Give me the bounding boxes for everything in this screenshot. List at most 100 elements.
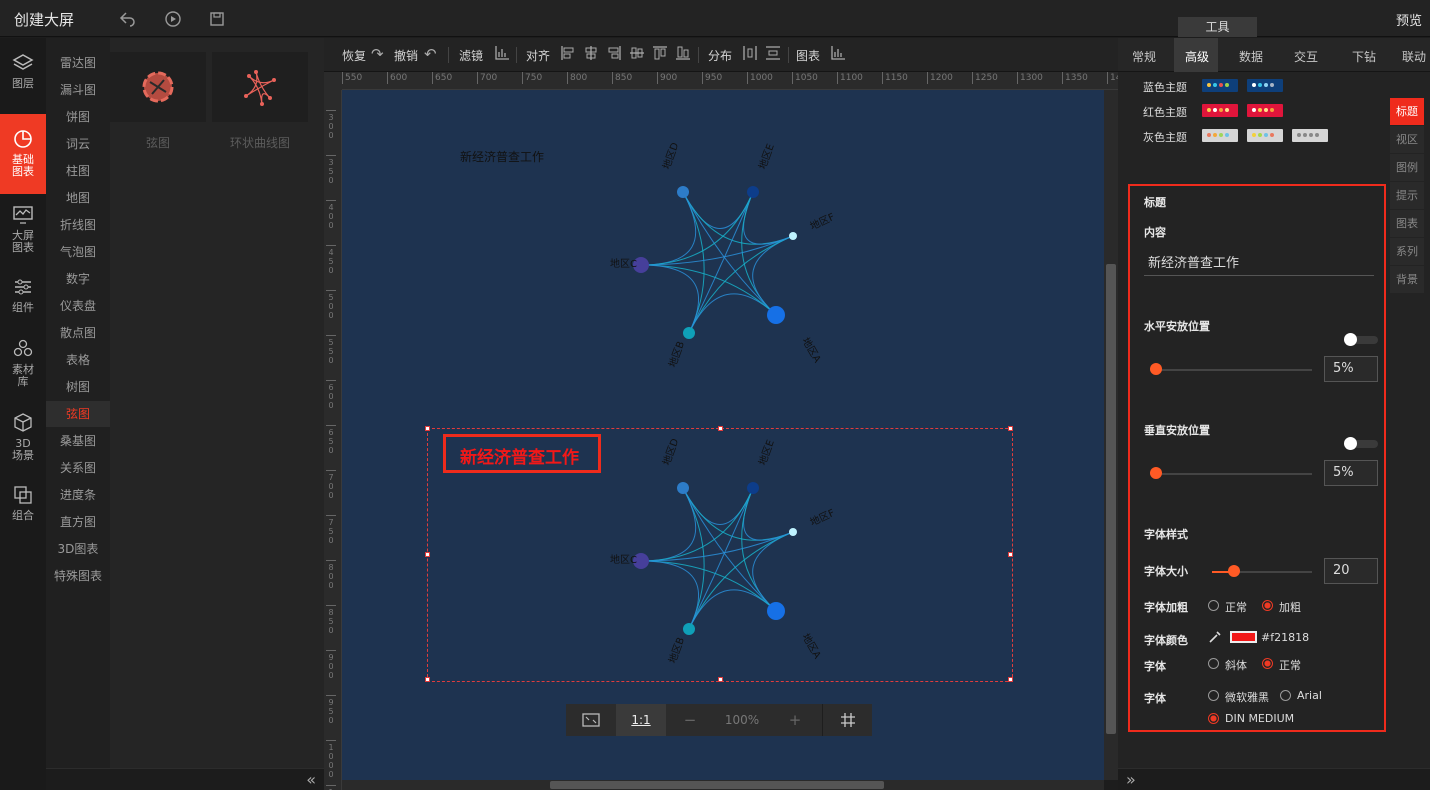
play-icon[interactable] — [164, 10, 182, 28]
nav-components[interactable]: 组件 — [0, 276, 46, 320]
category-item[interactable]: 数字 — [46, 266, 110, 292]
theme-swatch[interactable] — [1247, 79, 1283, 92]
h-position-toggle[interactable] — [1344, 333, 1378, 346]
zoom-in-button[interactable]: + — [770, 704, 820, 736]
align-vcenter-icon[interactable] — [652, 45, 668, 65]
resize-handle[interactable] — [718, 677, 723, 682]
v-position-slider[interactable] — [1150, 473, 1312, 475]
filter-chart-icon[interactable] — [494, 45, 510, 65]
chord-node[interactable] — [677, 186, 689, 198]
align-left-icon[interactable] — [560, 45, 576, 65]
collapse-right-icon[interactable]: » — [1126, 770, 1136, 789]
category-item[interactable]: 雷达图 — [46, 50, 110, 76]
font-color-swatch[interactable] — [1230, 631, 1257, 643]
resize-handle[interactable] — [1008, 426, 1013, 431]
preview-button[interactable]: 预览 — [1396, 10, 1422, 29]
category-item[interactable]: 弦图 — [46, 401, 110, 427]
restore-button[interactable]: 恢复 — [342, 47, 366, 64]
category-item[interactable]: 折线图 — [46, 212, 110, 238]
distribute-button[interactable]: 分布 — [708, 47, 732, 64]
v-position-knob[interactable] — [1150, 467, 1162, 479]
theme-swatch[interactable] — [1202, 129, 1238, 142]
redo-icon[interactable]: ↷ — [371, 45, 384, 63]
chart-icon[interactable] — [830, 45, 846, 65]
category-item[interactable]: 柱图 — [46, 158, 110, 184]
chord-node[interactable] — [767, 306, 785, 324]
font-size-knob[interactable] — [1228, 565, 1240, 577]
side-tab[interactable]: 提示 — [1390, 182, 1424, 210]
align-bottom-icon[interactable] — [675, 45, 691, 65]
resize-handle[interactable] — [425, 677, 430, 682]
family-arial-radio[interactable]: Arial — [1280, 689, 1322, 702]
back-icon[interactable] — [118, 10, 136, 28]
resize-handle[interactable] — [718, 426, 723, 431]
category-item[interactable]: 特殊图表 — [46, 563, 110, 589]
tab-data[interactable]: 数据 — [1239, 48, 1263, 65]
italic-radio[interactable]: 斜体 — [1208, 657, 1247, 673]
chart-2-title[interactable]: 新经济普查工作 — [460, 443, 579, 468]
chord-node[interactable] — [747, 186, 759, 198]
title-content-input[interactable]: 新经济普查工作 — [1144, 252, 1374, 276]
theme-swatch[interactable] — [1202, 104, 1238, 117]
tab-advanced[interactable]: 高级 — [1185, 48, 1209, 65]
chord-chart[interactable]: 地区D 地区E 地区F 地区A 地区B 地区C — [610, 140, 837, 369]
horizontal-scrollbar[interactable] — [342, 780, 1104, 790]
category-item[interactable]: 地图 — [46, 185, 110, 211]
filter-button[interactable]: 滤镜 — [459, 47, 483, 64]
align-button[interactable]: 对齐 — [526, 47, 550, 64]
resize-handle[interactable] — [1008, 552, 1013, 557]
horizontal-scroll-thumb[interactable] — [550, 781, 884, 789]
category-item[interactable]: 直方图 — [46, 509, 110, 535]
nav-basic-charts[interactable]: 基础图表 — [0, 114, 46, 194]
v-position-input[interactable]: 5% — [1324, 460, 1378, 486]
side-tab[interactable]: 背景 — [1390, 266, 1424, 294]
family-yahei-radio[interactable]: 微软雅黑 — [1208, 689, 1269, 705]
nav-screen-charts[interactable]: 大屏图表 — [0, 204, 46, 258]
chord-node[interactable] — [789, 232, 797, 240]
nav-group[interactable]: 组合 — [0, 484, 46, 528]
side-tab[interactable]: 视区 — [1390, 126, 1424, 154]
category-item[interactable]: 树图 — [46, 374, 110, 400]
chord-thumbnail[interactable] — [110, 52, 206, 122]
side-tab[interactable]: 标题 — [1390, 98, 1424, 126]
save-icon[interactable] — [208, 10, 226, 28]
distribute-v-icon[interactable] — [765, 45, 781, 65]
collapse-left-icon[interactable]: « — [306, 770, 316, 789]
align-top-icon[interactable] — [629, 45, 645, 65]
category-item[interactable]: 饼图 — [46, 104, 110, 130]
family-din-radio[interactable]: DIN MEDIUM — [1208, 712, 1294, 725]
tab-general[interactable]: 常规 — [1132, 48, 1156, 65]
align-right-icon[interactable] — [606, 45, 622, 65]
undo-button[interactable]: 撤销 — [394, 47, 418, 64]
tab-drilldown[interactable]: 下钻 — [1352, 48, 1376, 65]
fit-screen-icon[interactable] — [566, 704, 616, 736]
design-canvas[interactable]: 新经济普查工作 地区D 地区E 地区F 地区A 地区B 地区C 地区D 地区E 地区F 地区A 地区… — [342, 90, 1104, 780]
font-size-input[interactable]: 20 — [1324, 558, 1378, 584]
vertical-scroll-thumb[interactable] — [1106, 264, 1116, 734]
normal-style-radio[interactable]: 正常 — [1262, 657, 1301, 673]
tab-interaction[interactable]: 交互 — [1294, 48, 1318, 65]
category-item[interactable]: 气泡图 — [46, 239, 110, 265]
align-hcenter-icon[interactable] — [583, 45, 599, 65]
side-tab[interactable]: 系列 — [1390, 238, 1424, 266]
theme-swatch[interactable] — [1247, 104, 1283, 117]
chord-node[interactable] — [683, 327, 695, 339]
tools-tab[interactable]: 工具 — [1178, 17, 1257, 37]
h-position-input[interactable]: 5% — [1324, 356, 1378, 382]
category-item[interactable]: 桑基图 — [46, 428, 110, 454]
distribute-h-icon[interactable] — [742, 45, 758, 65]
ring-curve-thumbnail[interactable] — [212, 52, 308, 122]
category-item[interactable]: 进度条 — [46, 482, 110, 508]
vertical-scrollbar[interactable] — [1104, 90, 1118, 780]
category-item[interactable]: 词云 — [46, 131, 110, 157]
h-position-knob[interactable] — [1150, 363, 1162, 375]
v-position-toggle[interactable] — [1344, 437, 1378, 450]
resize-handle[interactable] — [425, 426, 430, 431]
category-item[interactable]: 表格 — [46, 347, 110, 373]
weight-normal-radio[interactable]: 正常 — [1208, 599, 1247, 615]
h-position-slider[interactable] — [1150, 369, 1312, 371]
nav-layers[interactable]: 图层 — [0, 52, 46, 102]
side-tab[interactable]: 图例 — [1390, 154, 1424, 182]
resize-handle[interactable] — [1008, 677, 1013, 682]
category-item[interactable]: 散点图 — [46, 320, 110, 346]
